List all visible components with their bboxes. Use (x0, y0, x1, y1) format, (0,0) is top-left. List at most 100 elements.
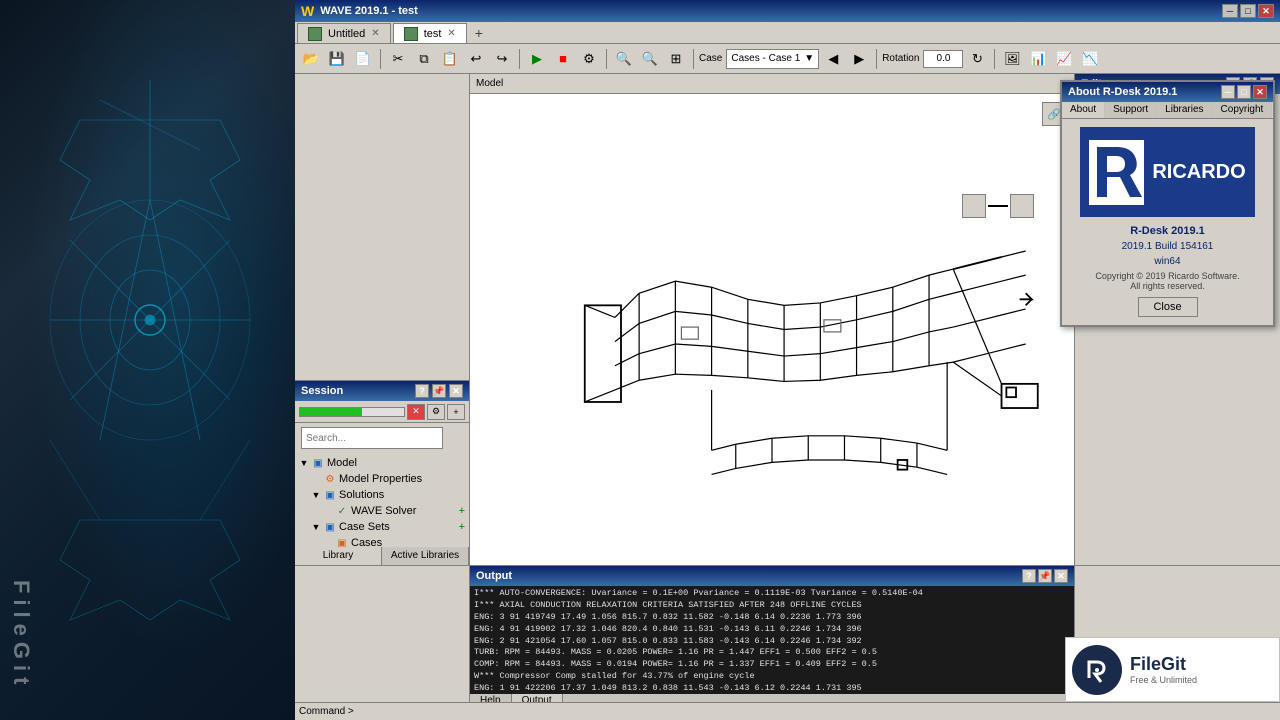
tab-library-label: Library (323, 550, 354, 561)
about-tab-about[interactable]: About (1062, 102, 1105, 118)
tool-run[interactable]: ▶ (525, 47, 549, 71)
tab-active-libraries-label: Active Libraries (391, 550, 459, 561)
tool-open[interactable]: 📂 (299, 47, 323, 71)
tab-test-icon (404, 27, 418, 41)
tab-bar: Untitled ✕ test ✕ + (295, 22, 1280, 44)
about-minimize[interactable]: ─ (1221, 85, 1235, 99)
tab-untitled-close[interactable]: ✕ (371, 28, 379, 39)
about-close[interactable]: ✕ (1253, 85, 1267, 99)
tool-cut[interactable]: ✂ (386, 47, 410, 71)
session-help-icon[interactable]: ? (415, 384, 429, 398)
model-flow-indicator (962, 194, 1034, 218)
model-label: Model (476, 78, 503, 89)
tree-model-props-label: Model Properties (339, 473, 422, 485)
left-decorative-panel: FileGit (0, 0, 295, 720)
tool-cases-next[interactable]: ▶ (847, 47, 871, 71)
output-header-icons[interactable]: ? 📌 ✕ (1022, 569, 1068, 583)
tool-save[interactable]: 💾 (325, 47, 349, 71)
about-build-text: 2019.1 Build 154161 (1122, 241, 1214, 252)
output-help-icon[interactable]: ? (1022, 569, 1036, 583)
tab-untitled[interactable]: Untitled ✕ (297, 23, 391, 43)
about-maximize[interactable]: □ (1237, 85, 1251, 99)
tool-paste[interactable]: 📋 (438, 47, 462, 71)
about-copyright-text: Copyright © 2019 Ricardo Software. (1095, 271, 1239, 281)
engine-art-svg (20, 20, 280, 700)
tool-undo[interactable]: ↩ (464, 47, 488, 71)
model-canvas[interactable]: 🔗 (470, 94, 1074, 565)
about-version: R-Desk 2019.1 (1130, 225, 1205, 237)
library-panel-tabs: Library Active Libraries (295, 544, 469, 565)
session-progress-fill (300, 408, 362, 416)
output-panel: Output ? 📌 ✕ I*** AUTO-CONVERGENCE: Uvar… (470, 566, 1075, 720)
tool-new[interactable]: 📄 (351, 47, 375, 71)
title-bar-controls[interactable]: ─ □ ✕ (1222, 4, 1274, 18)
tool-zoom-in[interactable]: 🔍 (612, 47, 636, 71)
tree-solutions[interactable]: ▼ ▣ Solutions (295, 487, 469, 503)
tree-model-props[interactable]: ⚙ Model Properties (295, 471, 469, 487)
tool-redo[interactable]: ↪ (490, 47, 514, 71)
wave-label: FileGit (8, 580, 34, 690)
close-button[interactable]: ✕ (1258, 4, 1274, 18)
tab-test[interactable]: test ✕ (393, 23, 467, 43)
session-header-icons[interactable]: ? 📌 ✕ (415, 384, 463, 398)
tool-copy[interactable]: ⧉ (412, 47, 436, 71)
output-content[interactable]: I*** AUTO-CONVERGENCE: Uvariance = 0.1E+… (470, 586, 1074, 694)
output-line-8: ENG: 1 91 422206 17.37 1.049 813.2 0.838… (474, 683, 1070, 694)
tree-wave-solver-label: WAVE Solver (351, 505, 416, 517)
tab-test-label: test (424, 28, 442, 40)
case-sets-arrow: ▼ (311, 522, 321, 532)
about-close-button[interactable]: Close (1138, 297, 1198, 317)
command-input[interactable] (354, 705, 1276, 719)
tab-untitled-label: Untitled (328, 28, 365, 40)
about-tab-libraries[interactable]: Libraries (1157, 102, 1212, 118)
tree-cases[interactable]: ▣ Cases (295, 535, 469, 547)
tree-case-sets[interactable]: ▼ ▣ Case Sets + (295, 519, 469, 535)
tab-add-button[interactable]: + (469, 23, 489, 43)
tool-view3[interactable]: 📈 (1052, 47, 1076, 71)
about-tab-support[interactable]: Support (1105, 102, 1157, 118)
filegit-badge: FileGit Free & Unlimited (1065, 637, 1280, 702)
tool-settings[interactable]: ⚙ (577, 47, 601, 71)
output-pin-icon[interactable]: 📌 (1038, 569, 1052, 583)
session-stop-btn[interactable]: ✕ (407, 404, 425, 420)
cases-arrow: ▼ (804, 53, 814, 64)
cases-value: Cases - Case 1 (731, 53, 800, 64)
session-search-input[interactable] (301, 427, 443, 449)
session-search-row (295, 423, 469, 453)
case-sets-add[interactable]: + (459, 521, 465, 533)
toolbar: 📂 💾 📄 ✂ ⧉ 📋 ↩ ↪ ▶ ■ ⚙ 🔍 🔍 ⊞ Case Cases -… (295, 44, 1280, 74)
tool-cases-prev[interactable]: ◀ (821, 47, 845, 71)
about-tab-copyright[interactable]: Copyright (1213, 102, 1273, 118)
tool-stop[interactable]: ■ (551, 47, 575, 71)
session-pin-icon[interactable]: 📌 (432, 384, 446, 398)
cases-dropdown[interactable]: Cases - Case 1 ▼ (726, 49, 819, 69)
rotation-input[interactable] (923, 50, 963, 68)
tree-wave-solver[interactable]: ✓ WAVE Solver + (295, 503, 469, 519)
minimize-button[interactable]: ─ (1222, 4, 1238, 18)
ricardo-r-svg (1092, 142, 1142, 202)
tool-fit[interactable]: ⊞ (664, 47, 688, 71)
tree-model[interactable]: ▼ ▣ Model (295, 455, 469, 471)
about-controls[interactable]: ─ □ ✕ (1221, 85, 1267, 99)
session-close-icon[interactable]: ✕ (449, 384, 463, 398)
tree-cases-label: Cases (351, 537, 382, 547)
output-close-icon[interactable]: ✕ (1054, 569, 1068, 583)
session-btn2[interactable]: ⚙ (427, 404, 445, 420)
tool-zoom-out[interactable]: 🔍 (638, 47, 662, 71)
about-build: 2019.1 Build 154161 (1122, 241, 1214, 252)
cases-icon: ▣ (335, 536, 349, 547)
command-label: Command > (299, 706, 354, 717)
maximize-button[interactable]: □ (1240, 4, 1256, 18)
tab-active-libraries[interactable]: Active Libraries (382, 545, 469, 565)
tool-view1[interactable]: 🖼 (1000, 47, 1024, 71)
tool-rotate[interactable]: ↻ (965, 47, 989, 71)
tab-test-close[interactable]: ✕ (447, 28, 455, 39)
solutions-icon: ▣ (323, 488, 337, 502)
session-toolbar: ✕ ⚙ + (295, 401, 469, 423)
session-btn3[interactable]: + (447, 404, 465, 420)
solutions-arrow: ▼ (311, 490, 321, 500)
tool-view2[interactable]: 📊 (1026, 47, 1050, 71)
tab-library[interactable]: Library (295, 545, 382, 565)
cases-label: Case (699, 53, 722, 64)
tool-view4[interactable]: 📉 (1078, 47, 1102, 71)
